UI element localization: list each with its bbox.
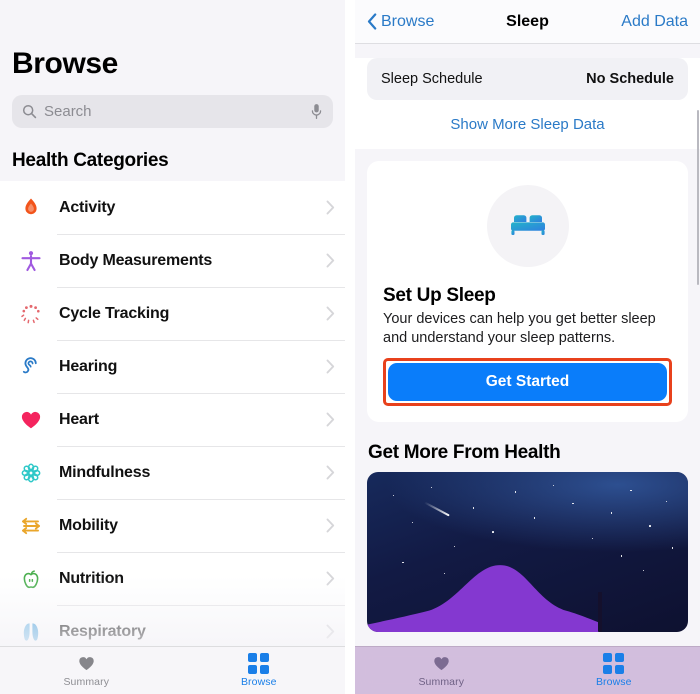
category-label: Body Measurements: [59, 251, 213, 269]
sleep-schedule-label: Sleep Schedule: [381, 71, 483, 87]
category-label: Mindfulness: [59, 463, 151, 481]
chevron-right-icon: [326, 465, 335, 480]
heart-icon: [432, 653, 451, 673]
sleep-content: Sleep Schedule No Schedule Show More Sle…: [355, 58, 700, 149]
get-more-from-health-title: Get More From Health: [355, 422, 700, 473]
setup-sleep-section: Set Up Sleep Your devices can help you g…: [355, 149, 700, 423]
category-label: Mobility: [59, 516, 118, 534]
page-title: Browse: [12, 47, 118, 80]
category-row-activity[interactable]: Activity: [0, 181, 345, 234]
mandala-icon: [16, 458, 46, 488]
category-label: Activity: [59, 198, 116, 216]
get-started-button[interactable]: Get Started: [388, 363, 667, 402]
category-label: Hearing: [59, 357, 118, 375]
sleep-screen: Browse Sleep Add Data Sleep Schedule No …: [355, 0, 700, 694]
setup-sleep-description: Your devices can help you get better sle…: [383, 311, 656, 347]
purple-hill: [367, 565, 602, 633]
category-row-cycle-tracking[interactable]: Cycle Tracking: [0, 287, 345, 340]
category-label: Heart: [59, 410, 99, 428]
get-started-highlight: Get Started: [383, 358, 672, 407]
sleep-schedule-value: No Schedule: [586, 71, 674, 87]
flame-icon: [16, 193, 46, 223]
back-button[interactable]: Browse: [367, 13, 434, 31]
scrollbar[interactable]: [696, 110, 699, 285]
tab-label: Browse: [595, 676, 632, 688]
browse-screen: Browse Search Health Categories Activity: [0, 0, 345, 694]
section-header-health-categories: Health Categories: [12, 150, 169, 171]
category-label: Cycle Tracking: [59, 304, 170, 322]
apple-icon: [16, 564, 46, 594]
navbar: Browse Sleep Add Data: [355, 0, 700, 44]
category-label: Respiratory: [59, 622, 146, 640]
chevron-right-icon: [326, 518, 335, 533]
chevron-right-icon: [326, 624, 335, 639]
setup-sleep-title: Set Up Sleep: [383, 285, 496, 306]
tab-label: Browse: [240, 676, 277, 688]
lungs-icon: [16, 617, 46, 647]
setup-sleep-card: Set Up Sleep Your devices can help you g…: [367, 161, 688, 423]
health-categories-list: Activity Body Measurements Cycle Trackin…: [0, 181, 345, 658]
cycle-dots-icon: [16, 299, 46, 329]
category-row-nutrition[interactable]: Nutrition: [0, 552, 345, 605]
sleep-schedule-row[interactable]: Sleep Schedule No Schedule: [367, 58, 688, 100]
tab-browse[interactable]: Browse: [173, 647, 346, 694]
tab-summary[interactable]: Summary: [0, 647, 173, 694]
tab-summary[interactable]: Summary: [355, 647, 528, 694]
tab-label: Summary: [63, 676, 110, 688]
search-input[interactable]: Search: [12, 95, 333, 128]
chevron-right-icon: [326, 306, 335, 321]
ear-icon: [16, 352, 46, 382]
search-icon: [22, 104, 37, 119]
bed-icon-circle: [486, 185, 569, 267]
microphone-icon[interactable]: [310, 103, 323, 120]
tabbar: Summary Browse: [0, 646, 345, 694]
add-data-button[interactable]: Add Data: [621, 13, 688, 31]
body-figure-icon: [16, 246, 46, 276]
arrows-icon: [16, 511, 46, 541]
tab-browse[interactable]: Browse: [528, 647, 700, 694]
show-more-sleep-data-link[interactable]: Show More Sleep Data: [355, 100, 700, 149]
category-row-mindfulness[interactable]: Mindfulness: [0, 446, 345, 499]
pole-silhouette: [598, 592, 603, 633]
chevron-right-icon: [326, 359, 335, 374]
chevron-right-icon: [326, 200, 335, 215]
category-row-body-measurements[interactable]: Body Measurements: [0, 234, 345, 287]
category-label: Nutrition: [59, 569, 124, 587]
search-placeholder: Search: [44, 103, 92, 120]
grid-icon: [248, 652, 270, 674]
night-sky-illustration: [367, 472, 688, 633]
get-more-image-card[interactable]: [367, 472, 688, 633]
chevron-right-icon: [326, 571, 335, 586]
chevron-left-icon: [367, 13, 377, 30]
dual-screenshot-container: Browse Search Health Categories Activity: [0, 0, 700, 694]
category-row-hearing[interactable]: Hearing: [0, 340, 345, 393]
grid-icon: [603, 652, 625, 674]
shooting-star: [424, 501, 450, 517]
tab-label: Summary: [418, 676, 465, 688]
chevron-right-icon: [326, 412, 335, 427]
heart-icon: [77, 653, 96, 673]
chevron-right-icon: [326, 253, 335, 268]
category-row-heart[interactable]: Heart: [0, 393, 345, 446]
category-row-mobility[interactable]: Mobility: [0, 499, 345, 552]
tabbar: Summary Browse: [355, 646, 700, 694]
heart-icon: [16, 405, 46, 435]
bed-icon: [506, 209, 550, 244]
back-button-label: Browse: [381, 12, 435, 30]
screen-divider: [345, 0, 355, 694]
